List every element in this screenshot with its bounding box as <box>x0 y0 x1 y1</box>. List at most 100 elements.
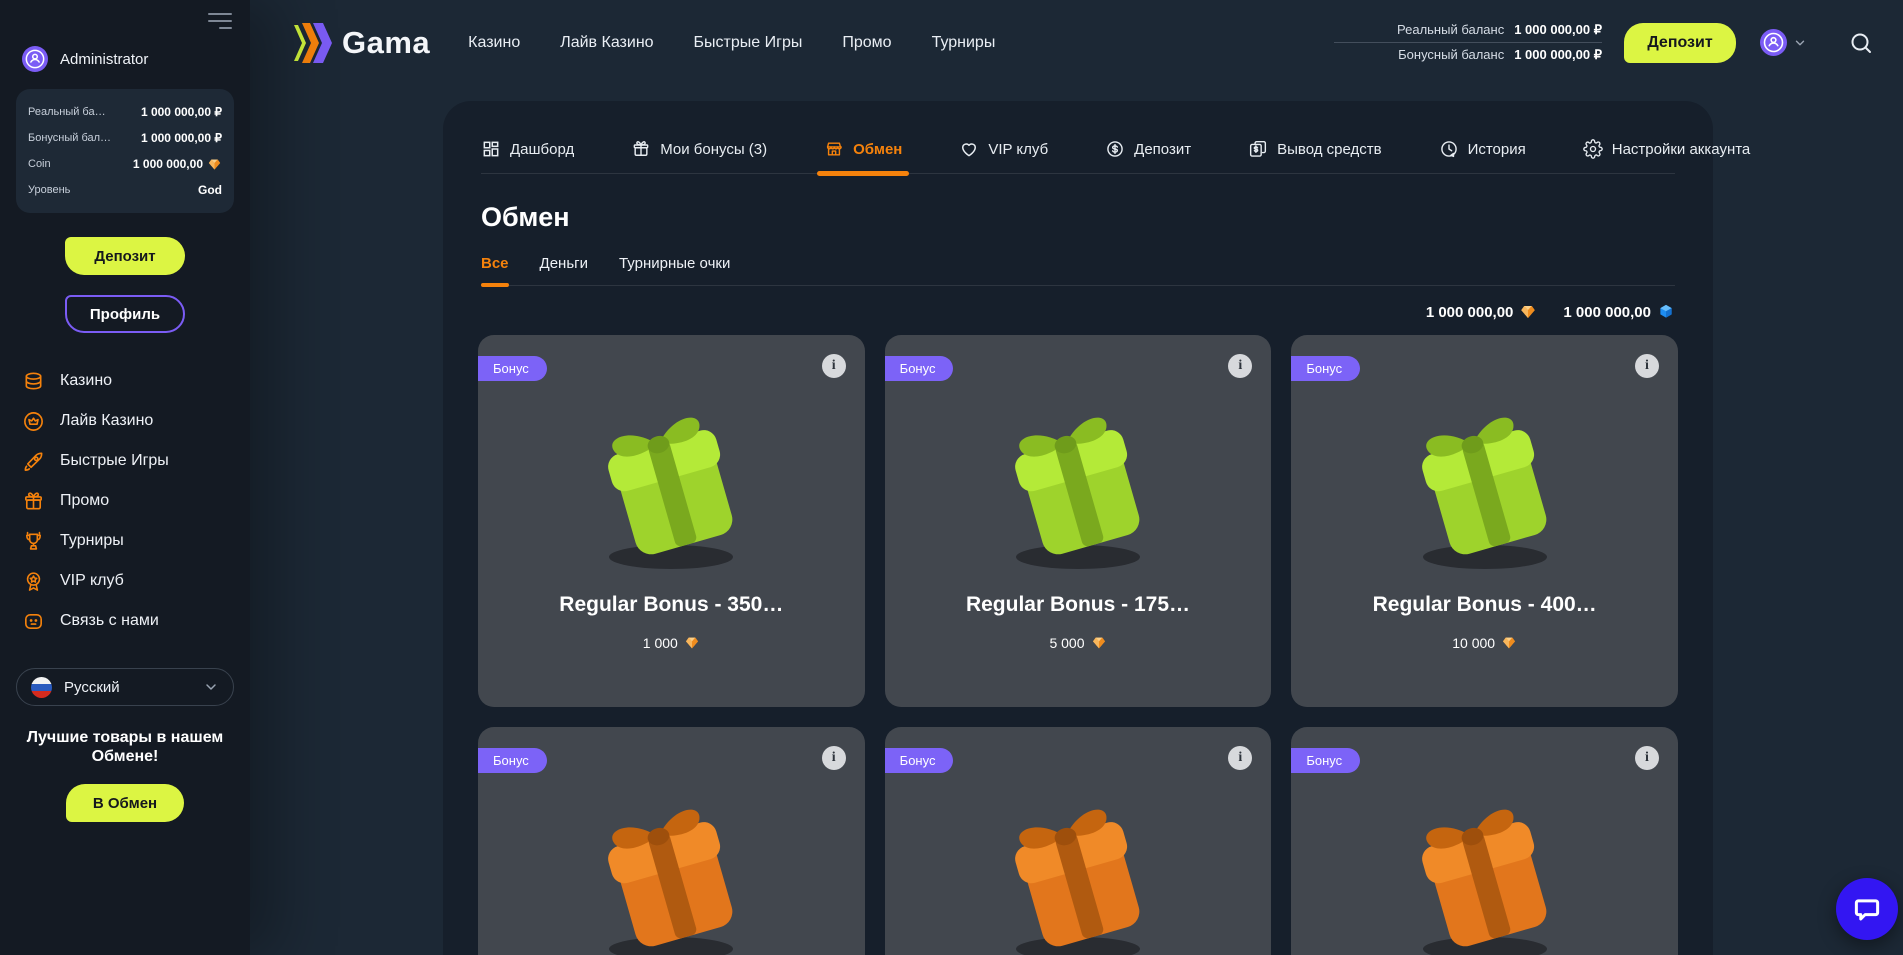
bonus-card[interactable]: Бонус i <box>1291 727 1678 955</box>
search-button[interactable] <box>1849 31 1873 55</box>
casino-chips-icon <box>22 370 45 393</box>
sidebar-nav: Казино Лайв Казино Быстрые Игры <box>16 361 234 641</box>
page-title: Обмен <box>481 202 1675 233</box>
bonus-card[interactable]: Бонус i <box>885 727 1272 955</box>
live-chat-button[interactable] <box>1836 878 1898 940</box>
chat-bubble-icon <box>1852 894 1882 924</box>
tab-history[interactable]: История <box>1439 139 1526 159</box>
russia-flag-icon <box>31 677 52 698</box>
bonus-title: Regular Bonus - 175… <box>885 593 1272 617</box>
orange-gem-icon <box>684 635 700 651</box>
withdraw-icon <box>1248 139 1268 159</box>
info-icon[interactable]: i <box>822 746 846 770</box>
bonus-card[interactable]: Бонус i <box>478 727 865 955</box>
header-nav-fast-games[interactable]: Быстрые Игры <box>694 34 803 52</box>
bonus-cards-grid: Бонус i Regular Bonus - 350… 1 000 <box>478 335 1678 955</box>
wallet-row: 1 000 000,00 1 000 000,00 <box>481 303 1675 321</box>
balance-row-real: Реальный ба… 1 000 000,00 ₽ <box>28 99 222 125</box>
sidebar-item-contact[interactable]: Связь с нами <box>16 601 234 641</box>
settings-icon <box>1583 139 1603 159</box>
deposit-button-header[interactable]: Депозит <box>1624 23 1736 63</box>
sidebar-item-fast-games[interactable]: Быстрые Игры <box>16 441 234 481</box>
tab-my-bonuses[interactable]: Мои бонусы (3) <box>631 139 767 159</box>
user-row: Administrator <box>22 46 234 72</box>
to-exchange-button[interactable]: В Обмен <box>66 784 184 822</box>
bonus-card[interactable]: Бонус i Regular Bonus - 400… 10 000 <box>1291 335 1678 707</box>
info-icon[interactable]: i <box>1228 354 1252 378</box>
top-header: Gama Казино Лайв Казино Быстрые Игры Про… <box>250 0 1903 85</box>
bonus-card[interactable]: Бонус i Regular Bonus - 175… 5 000 <box>885 335 1272 707</box>
rocket-icon <box>22 450 45 473</box>
vip-badge-icon <box>22 570 45 593</box>
balance-card: Реальный ба… 1 000 000,00 ₽ Бонусный бал… <box>16 89 234 213</box>
blue-gem-icon <box>1657 303 1675 321</box>
tab-exchange[interactable]: Обмен <box>824 139 902 159</box>
header-right: Реальный баланс 1 000 000,00 ₽ Бонусный … <box>1334 18 1873 67</box>
logo-text: Gama <box>342 25 430 61</box>
header-nav-live-casino[interactable]: Лайв Казино <box>560 34 653 52</box>
balance-row-level: Уровень God <box>28 177 222 203</box>
orange-gem-icon <box>207 157 222 172</box>
header-nav-casino[interactable]: Казино <box>468 34 520 52</box>
info-icon[interactable]: i <box>1228 746 1252 770</box>
header-nav-tournaments[interactable]: Турниры <box>932 34 996 52</box>
info-icon[interactable]: i <box>1635 354 1659 378</box>
shop-icon <box>824 139 844 159</box>
info-icon[interactable]: i <box>822 354 846 378</box>
gift-box-image <box>571 397 771 577</box>
avatar-icon <box>1760 29 1787 56</box>
header-bonus-balance: Бонусный баланс 1 000 000,00 ₽ <box>1334 42 1602 67</box>
bonus-price: 5 000 <box>885 635 1272 651</box>
language-selector[interactable]: Русский <box>16 668 234 706</box>
gift-box-image <box>978 397 1178 577</box>
orange-gem-icon <box>1501 635 1517 651</box>
header-real-balance: Реальный баланс 1 000 000,00 ₽ <box>1334 18 1602 42</box>
tab-account-settings[interactable]: Настройки аккаунта <box>1583 139 1751 159</box>
wallet-tournament-points: 1 000 000,00 <box>1563 303 1675 321</box>
header-nav-promo[interactable]: Промо <box>842 34 891 52</box>
sidebar-item-casino[interactable]: Казино <box>16 361 234 401</box>
tab-dashboard[interactable]: Дашборд <box>481 139 574 159</box>
header-nav: Казино Лайв Казино Быстрые Игры Промо Ту… <box>468 34 995 52</box>
bonus-title: Regular Bonus - 350… <box>478 593 865 617</box>
bonus-card[interactable]: Бонус i Regular Bonus - 350… 1 000 <box>478 335 865 707</box>
gift-box-image <box>1385 397 1585 577</box>
trophy-icon <box>22 530 45 553</box>
gift-box-image <box>978 789 1178 955</box>
bonus-badge: Бонус <box>478 748 547 773</box>
bonus-badge: Бонус <box>885 356 954 381</box>
bonus-badge: Бонус <box>478 356 547 381</box>
filter-tab-tournament-points[interactable]: Турнирные очки <box>619 255 730 272</box>
orange-gem-icon <box>1091 635 1107 651</box>
filter-tab-all[interactable]: Все <box>481 255 509 272</box>
account-menu[interactable] <box>1760 29 1807 56</box>
logo[interactable]: Gama <box>290 22 430 64</box>
deposit-button[interactable]: Депозит <box>65 237 185 275</box>
gift-box-image <box>571 789 771 955</box>
tab-vip-club[interactable]: VIP клуб <box>959 139 1048 159</box>
profile-button[interactable]: Профиль <box>65 295 185 333</box>
tab-withdraw[interactable]: Вывод средств <box>1248 139 1381 159</box>
chevron-down-icon <box>203 679 219 695</box>
history-icon <box>1439 139 1459 159</box>
sidebar-item-promo[interactable]: Промо <box>16 481 234 521</box>
exchange-panel: Дашборд Мои бонусы (3) Обмен <box>443 101 1713 955</box>
page: Administrator Реальный ба… 1 000 000,00 … <box>0 0 1903 955</box>
search-icon <box>1849 31 1873 55</box>
filter-tab-money[interactable]: Деньги <box>540 255 588 272</box>
bonus-price: 1 000 <box>478 635 865 651</box>
balance-row-coin: Coin 1 000 000,00 <box>28 151 222 177</box>
sidebar-item-vip-club[interactable]: VIP клуб <box>16 561 234 601</box>
filter-tabs: Все Деньги Турнирные очки <box>481 255 1675 286</box>
avatar <box>22 46 48 72</box>
gift-icon <box>22 490 45 513</box>
info-icon[interactable]: i <box>1635 746 1659 770</box>
logo-chevrons-icon <box>290 22 336 64</box>
language-label: Русский <box>64 679 191 696</box>
sidebar: Administrator Реальный ба… 1 000 000,00 … <box>0 0 250 955</box>
tab-deposit[interactable]: Депозит <box>1105 139 1191 159</box>
menu-toggle-icon[interactable] <box>206 13 232 35</box>
sidebar-item-tournaments[interactable]: Турниры <box>16 521 234 561</box>
sidebar-item-live-casino[interactable]: Лайв Казино <box>16 401 234 441</box>
bonus-badge: Бонус <box>885 748 954 773</box>
